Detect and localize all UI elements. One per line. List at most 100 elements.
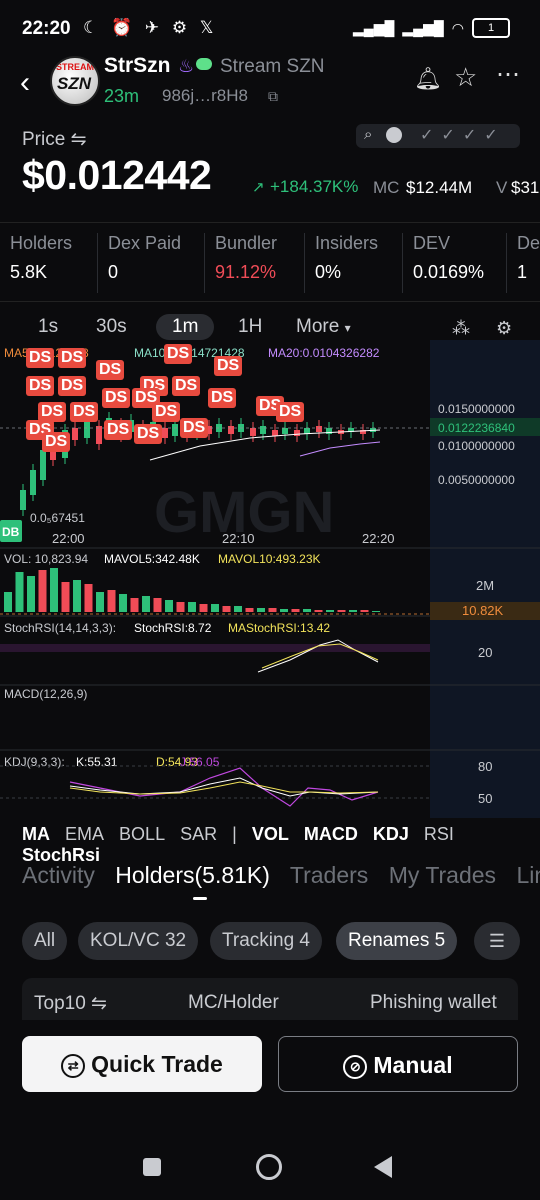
audit-toolbox[interactable]: ⌕ ✓✓✓✓	[356, 124, 520, 148]
ds-badge: DS	[70, 402, 99, 422]
ind-macd[interactable]: MACD	[304, 824, 358, 844]
logo-text-top: STREAM	[56, 62, 94, 72]
timeframe-more[interactable]: More ▾	[296, 316, 351, 338]
volume-bar	[4, 592, 12, 612]
volume-bar	[372, 611, 380, 612]
chip-all[interactable]: All	[22, 922, 68, 960]
stats-row: Holders 5.8K Dex Paid 0 Bundler 91.12% I…	[0, 222, 540, 302]
ind-vol[interactable]: VOL	[252, 824, 289, 844]
stat-dex-paid[interactable]: Dex Paid 0	[98, 233, 205, 293]
ds-badge: DS	[214, 356, 243, 376]
tab-my-trades[interactable]: My Trades	[389, 862, 496, 888]
kdj-k: K:55.31	[76, 755, 118, 769]
tab-activity[interactable]: Activity	[22, 862, 95, 888]
kdj-legend: KDJ(9,3,3):	[4, 755, 65, 769]
manual-icon: ⊘	[343, 1054, 368, 1079]
vol-legend: VOL: 10,823.94	[4, 552, 88, 566]
macd-legend: MACD(12,26,9)	[4, 687, 87, 701]
chip-kol-vc[interactable]: KOL/VC 32	[78, 922, 199, 960]
y-tick-0050: 0.0050000000	[438, 473, 515, 487]
volume-bar	[107, 590, 116, 612]
col-phishing[interactable]: Phishing wallet	[370, 992, 497, 1014]
volume-bar	[38, 570, 47, 612]
vol-current: 10.82K	[462, 603, 504, 618]
data-tabs: Activity Holders(5.81K) Traders My Trade…	[22, 862, 540, 889]
quick-trade-button[interactable]: ⇄ Quick Trade	[22, 1036, 262, 1092]
db-badge-label: DB	[2, 525, 20, 539]
ind-ema[interactable]: EMA	[65, 824, 104, 844]
ds-badge: DS	[58, 376, 87, 396]
wifi-icon: ◠	[451, 19, 464, 36]
volume-bar	[211, 604, 219, 612]
stat-label: DEV	[413, 233, 451, 253]
stat-dev[interactable]: DEV 0.0169%	[403, 233, 507, 293]
search-icon[interactable]: ⌕	[364, 126, 372, 143]
col-top10[interactable]: Top10 ⇋	[34, 992, 107, 1015]
price-value: $0.012442	[22, 152, 212, 198]
kdj-tick-80: 80	[478, 759, 492, 774]
ind-rsi[interactable]: RSI	[424, 824, 454, 844]
ds-badge: DS	[26, 376, 55, 396]
stat-value: 1	[517, 262, 528, 282]
back-icon[interactable]: ‹	[20, 66, 30, 100]
token-address[interactable]: 986j…r8H8	[162, 86, 248, 106]
bell-icon[interactable]: 🔔︎	[414, 66, 442, 92]
home-icon[interactable]	[256, 1154, 282, 1180]
active-tab-indicator	[193, 897, 207, 900]
more-icon[interactable]: ⋯	[496, 60, 520, 89]
list-icon[interactable]	[386, 127, 402, 143]
recents-icon[interactable]	[143, 1158, 161, 1176]
stat-partial[interactable]: De 1	[507, 233, 540, 293]
x-tick-2200: 22:00	[52, 531, 85, 546]
stat-bundler[interactable]: Bundler 91.12%	[205, 233, 305, 293]
copy-icon[interactable]: ⧉	[268, 88, 278, 105]
timeframe-1s[interactable]: 1s	[38, 316, 58, 338]
volume-bar	[326, 610, 334, 612]
stat-insiders[interactable]: Insiders 0%	[305, 233, 403, 293]
vol-tick-2m: 2M	[476, 578, 494, 593]
signal-icon: ▂▄▆█	[353, 19, 395, 36]
tab-traders[interactable]: Traders	[290, 862, 368, 888]
volume-bar	[73, 580, 81, 612]
ind-sar[interactable]: SAR	[180, 824, 217, 844]
stat-value: 0%	[315, 262, 342, 282]
ind-kdj[interactable]: KDJ	[373, 824, 409, 844]
ind-ma[interactable]: MA	[22, 824, 50, 844]
chip-renames[interactable]: Renames 5	[336, 922, 458, 960]
back-nav-icon[interactable]	[374, 1156, 392, 1178]
stat-value: 0.0169%	[413, 262, 485, 282]
timeframe-30s[interactable]: 30s	[96, 316, 127, 338]
indicator-icon[interactable]: ⁂	[452, 318, 470, 339]
star-icon[interactable]: ☆	[454, 62, 477, 93]
x-tick-2220: 22:20	[362, 531, 395, 546]
quick-trade-label: Quick Trade	[91, 1051, 223, 1077]
logo-text-main: SZN	[57, 74, 91, 93]
ind-divider: |	[232, 824, 237, 844]
tab-holders[interactable]: Holders(5.81K)	[115, 862, 270, 888]
token-logo: STREAM SZN	[50, 56, 100, 106]
kdj-j: J:56.05	[180, 755, 220, 769]
col-mc-holder[interactable]: MC/Holder	[188, 992, 279, 1014]
tab-partial[interactable]: Lin	[516, 862, 540, 888]
mc-value: $12.44M	[406, 178, 473, 197]
ds-badge-layer: DS DS DS DS DS DS DS DS DS DS DS DS DS DS DS DS DS DS DS DS…	[0, 340, 430, 460]
stat-label: De	[517, 233, 540, 253]
token-age: 23m	[104, 86, 140, 106]
stat-value: 0	[108, 262, 119, 282]
ds-badge: DS	[58, 348, 87, 368]
stat-value: 91.12%	[215, 262, 277, 282]
stat-label: Bundler	[215, 233, 278, 253]
timeframe-1h[interactable]: 1H	[238, 316, 262, 338]
manual-button[interactable]: ⊘ Manual	[278, 1036, 518, 1092]
ds-badge: DS	[152, 402, 181, 422]
filter-settings-icon[interactable]: ☰	[474, 922, 520, 960]
volume-bar	[222, 606, 231, 612]
timeframe-1m[interactable]: 1m	[156, 314, 215, 340]
price-label[interactable]: Price ⇋	[22, 128, 87, 151]
ind-boll[interactable]: BOLL	[119, 824, 165, 844]
stat-holders[interactable]: Holders 5.8K	[0, 233, 98, 293]
chart-settings-icon[interactable]: ⚙	[496, 318, 512, 339]
chip-tracking[interactable]: Tracking 4	[210, 922, 322, 960]
mavol10-legend: MAVOL10:493.23K	[218, 552, 321, 566]
volume-bar	[268, 608, 277, 612]
